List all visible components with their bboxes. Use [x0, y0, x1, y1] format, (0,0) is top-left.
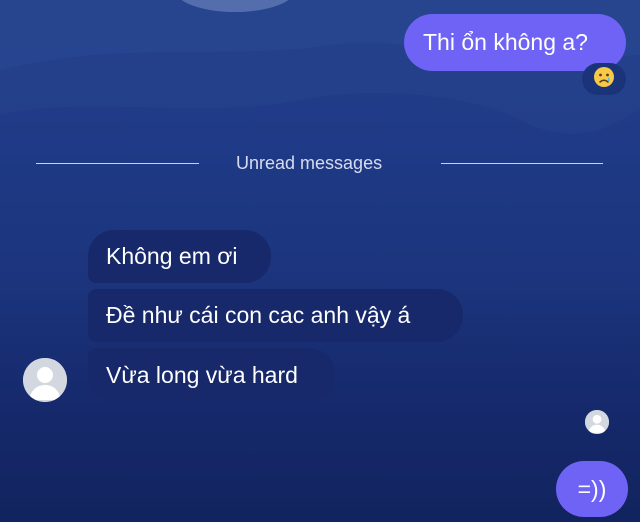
divider-line-left — [36, 163, 199, 164]
outgoing-message-text: =)) — [577, 475, 607, 502]
incoming-message-text: Đề như cái con cac anh vậy á — [106, 302, 411, 328]
message-reaction[interactable] — [582, 63, 626, 95]
outgoing-message-bubble[interactable]: Thi ổn không a? — [404, 14, 626, 71]
divider-line-right — [441, 163, 603, 164]
incoming-message-bubble[interactable]: Đề như cái con cac anh vậy á — [88, 289, 463, 342]
incoming-message-text: Không em ơi — [106, 243, 238, 269]
unread-messages-divider: Unread messages — [236, 153, 383, 173]
crying-face-icon — [593, 66, 615, 92]
person-icon — [23, 358, 67, 402]
outgoing-message-text: Thi ổn không a? — [423, 29, 588, 55]
read-receipt-avatar — [585, 410, 609, 434]
incoming-message-text: Vừa long vừa hard — [106, 361, 298, 388]
incoming-message-bubble[interactable]: Không em ơi — [88, 230, 271, 283]
sender-avatar[interactable] — [23, 358, 67, 402]
person-icon — [585, 410, 609, 434]
outgoing-message-bubble[interactable]: =)) — [556, 461, 628, 517]
incoming-message-bubble[interactable]: Vừa long vừa hard — [88, 348, 335, 402]
